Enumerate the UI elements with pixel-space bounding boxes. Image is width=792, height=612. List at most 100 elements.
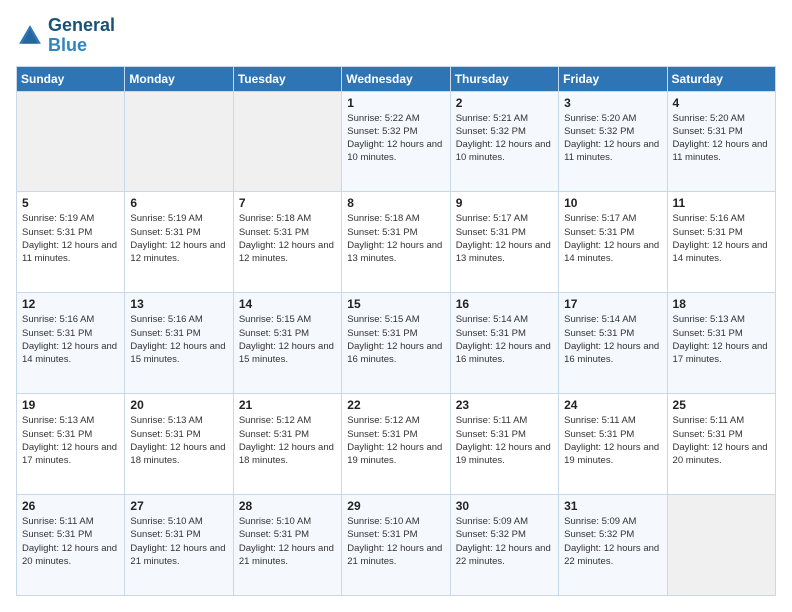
day-cell: 9 Sunrise: 5:17 AM Sunset: 5:31 PM Daylig… — [450, 192, 558, 293]
day-cell: 10 Sunrise: 5:17 AM Sunset: 5:31 PM Dayli… — [559, 192, 667, 293]
day-number: 11 — [673, 196, 770, 210]
day-info: Sunrise: 5:19 AM Sunset: 5:31 PM Dayligh… — [22, 212, 119, 265]
logo: General Blue — [16, 16, 115, 56]
day-cell — [17, 91, 125, 192]
day-cell: 26 Sunrise: 5:11 AM Sunset: 5:31 PM Dayli… — [17, 495, 125, 596]
day-info: Sunrise: 5:09 AM Sunset: 5:32 PM Dayligh… — [456, 515, 553, 568]
day-info: Sunrise: 5:09 AM Sunset: 5:32 PM Dayligh… — [564, 515, 661, 568]
day-info: Sunrise: 5:11 AM Sunset: 5:31 PM Dayligh… — [673, 414, 770, 467]
day-info: Sunrise: 5:14 AM Sunset: 5:31 PM Dayligh… — [456, 313, 553, 366]
day-cell: 25Sunrise: 5:11 AM Sunset: 5:31 PM Dayli… — [667, 394, 775, 495]
week-row-0: 1 Sunrise: 5:22 AM Sunset: 5:32 PM Daylig… — [17, 91, 776, 192]
day-cell: 4 Sunrise: 5:20 AM Sunset: 5:31 PM Daylig… — [667, 91, 775, 192]
week-row-4: 26 Sunrise: 5:11 AM Sunset: 5:31 PM Dayli… — [17, 495, 776, 596]
day-info: Sunrise: 5:15 AM Sunset: 5:31 PM Dayligh… — [239, 313, 336, 366]
day-number: 4 — [673, 96, 770, 110]
day-cell: 3 Sunrise: 5:20 AM Sunset: 5:32 PM Daylig… — [559, 91, 667, 192]
day-number: 6 — [130, 196, 227, 210]
day-number: 17 — [564, 297, 661, 311]
day-number: 27 — [130, 499, 227, 513]
day-info: Sunrise: 5:10 AM Sunset: 5:31 PM Dayligh… — [239, 515, 336, 568]
day-info: Sunrise: 5:11 AM Sunset: 5:31 PM Dayligh… — [22, 515, 119, 568]
day-info: Sunrise: 5:19 AM Sunset: 5:31 PM Dayligh… — [130, 212, 227, 265]
day-cell: 6 Sunrise: 5:19 AM Sunset: 5:31 PM Daylig… — [125, 192, 233, 293]
day-number: 12 — [22, 297, 119, 311]
day-cell: 1 Sunrise: 5:22 AM Sunset: 5:32 PM Daylig… — [342, 91, 450, 192]
day-number: 23 — [456, 398, 553, 412]
day-info: Sunrise: 5:14 AM Sunset: 5:31 PM Dayligh… — [564, 313, 661, 366]
day-info: Sunrise: 5:16 AM Sunset: 5:31 PM Dayligh… — [22, 313, 119, 366]
day-cell: 21Sunrise: 5:12 AM Sunset: 5:31 PM Dayli… — [233, 394, 341, 495]
day-cell — [233, 91, 341, 192]
day-info: Sunrise: 5:12 AM Sunset: 5:31 PM Dayligh… — [239, 414, 336, 467]
day-number: 28 — [239, 499, 336, 513]
day-number: 30 — [456, 499, 553, 513]
day-number: 9 — [456, 196, 553, 210]
day-info: Sunrise: 5:17 AM Sunset: 5:31 PM Dayligh… — [456, 212, 553, 265]
logo-text: General Blue — [48, 16, 115, 56]
day-cell: 15 Sunrise: 5:15 AM Sunset: 5:31 PM Dayli… — [342, 293, 450, 394]
day-info: Sunrise: 5:21 AM Sunset: 5:32 PM Dayligh… — [456, 112, 553, 165]
day-number: 22 — [347, 398, 444, 412]
day-cell: 18Sunrise: 5:13 AM Sunset: 5:31 PM Dayli… — [667, 293, 775, 394]
day-number: 10 — [564, 196, 661, 210]
day-info: Sunrise: 5:18 AM Sunset: 5:31 PM Dayligh… — [347, 212, 444, 265]
day-cell: 8Sunrise: 5:18 AM Sunset: 5:31 PM Daylig… — [342, 192, 450, 293]
day-info: Sunrise: 5:20 AM Sunset: 5:32 PM Dayligh… — [564, 112, 661, 165]
day-number: 3 — [564, 96, 661, 110]
calendar-table: SundayMondayTuesdayWednesdayThursdayFrid… — [16, 66, 776, 596]
header-cell-wednesday: Wednesday — [342, 66, 450, 91]
day-cell: 11 Sunrise: 5:16 AM Sunset: 5:31 PM Dayli… — [667, 192, 775, 293]
day-cell: 5 Sunrise: 5:19 AM Sunset: 5:31 PM Daylig… — [17, 192, 125, 293]
day-info: Sunrise: 5:13 AM Sunset: 5:31 PM Dayligh… — [130, 414, 227, 467]
day-number: 31 — [564, 499, 661, 513]
day-cell: 12 Sunrise: 5:16 AM Sunset: 5:31 PM Dayli… — [17, 293, 125, 394]
day-cell — [667, 495, 775, 596]
day-cell: 16 Sunrise: 5:14 AM Sunset: 5:31 PM Dayli… — [450, 293, 558, 394]
day-cell: 20Sunrise: 5:13 AM Sunset: 5:31 PM Dayli… — [125, 394, 233, 495]
day-number: 16 — [456, 297, 553, 311]
day-cell: 30 Sunrise: 5:09 AM Sunset: 5:32 PM Dayli… — [450, 495, 558, 596]
day-number: 5 — [22, 196, 119, 210]
day-info: Sunrise: 5:10 AM Sunset: 5:31 PM Dayligh… — [130, 515, 227, 568]
day-info: Sunrise: 5:20 AM Sunset: 5:31 PM Dayligh… — [673, 112, 770, 165]
day-number: 2 — [456, 96, 553, 110]
header-cell-sunday: Sunday — [17, 66, 125, 91]
day-cell: 23 Sunrise: 5:11 AM Sunset: 5:31 PM Dayli… — [450, 394, 558, 495]
day-number: 14 — [239, 297, 336, 311]
day-cell — [125, 91, 233, 192]
header-cell-monday: Monday — [125, 66, 233, 91]
day-cell: 31 Sunrise: 5:09 AM Sunset: 5:32 PM Dayli… — [559, 495, 667, 596]
day-info: Sunrise: 5:16 AM Sunset: 5:31 PM Dayligh… — [673, 212, 770, 265]
day-number: 24 — [564, 398, 661, 412]
day-number: 7 — [239, 196, 336, 210]
day-cell: 2 Sunrise: 5:21 AM Sunset: 5:32 PM Daylig… — [450, 91, 558, 192]
day-info: Sunrise: 5:18 AM Sunset: 5:31 PM Dayligh… — [239, 212, 336, 265]
week-row-2: 12 Sunrise: 5:16 AM Sunset: 5:31 PM Dayli… — [17, 293, 776, 394]
header-cell-friday: Friday — [559, 66, 667, 91]
day-info: Sunrise: 5:10 AM Sunset: 5:31 PM Dayligh… — [347, 515, 444, 568]
day-number: 13 — [130, 297, 227, 311]
header-cell-thursday: Thursday — [450, 66, 558, 91]
header-row: SundayMondayTuesdayWednesdayThursdayFrid… — [17, 66, 776, 91]
day-number: 29 — [347, 499, 444, 513]
day-cell: 22Sunrise: 5:12 AM Sunset: 5:31 PM Dayli… — [342, 394, 450, 495]
day-cell: 17 Sunrise: 5:14 AM Sunset: 5:31 PM Dayli… — [559, 293, 667, 394]
day-info: Sunrise: 5:16 AM Sunset: 5:31 PM Dayligh… — [130, 313, 227, 366]
day-info: Sunrise: 5:11 AM Sunset: 5:31 PM Dayligh… — [456, 414, 553, 467]
day-info: Sunrise: 5:15 AM Sunset: 5:31 PM Dayligh… — [347, 313, 444, 366]
day-cell: 13 Sunrise: 5:16 AM Sunset: 5:31 PM Dayli… — [125, 293, 233, 394]
day-number: 19 — [22, 398, 119, 412]
logo-icon — [16, 22, 44, 50]
day-info: Sunrise: 5:17 AM Sunset: 5:31 PM Dayligh… — [564, 212, 661, 265]
day-number: 26 — [22, 499, 119, 513]
header-cell-saturday: Saturday — [667, 66, 775, 91]
day-cell: 28 Sunrise: 5:10 AM Sunset: 5:31 PM Dayli… — [233, 495, 341, 596]
week-row-1: 5 Sunrise: 5:19 AM Sunset: 5:31 PM Daylig… — [17, 192, 776, 293]
day-number: 18 — [673, 297, 770, 311]
day-number: 1 — [347, 96, 444, 110]
week-row-3: 19 Sunrise: 5:13 AM Sunset: 5:31 PM Dayli… — [17, 394, 776, 495]
day-number: 15 — [347, 297, 444, 311]
day-info: Sunrise: 5:11 AM Sunset: 5:31 PM Dayligh… — [564, 414, 661, 467]
day-info: Sunrise: 5:22 AM Sunset: 5:32 PM Dayligh… — [347, 112, 444, 165]
